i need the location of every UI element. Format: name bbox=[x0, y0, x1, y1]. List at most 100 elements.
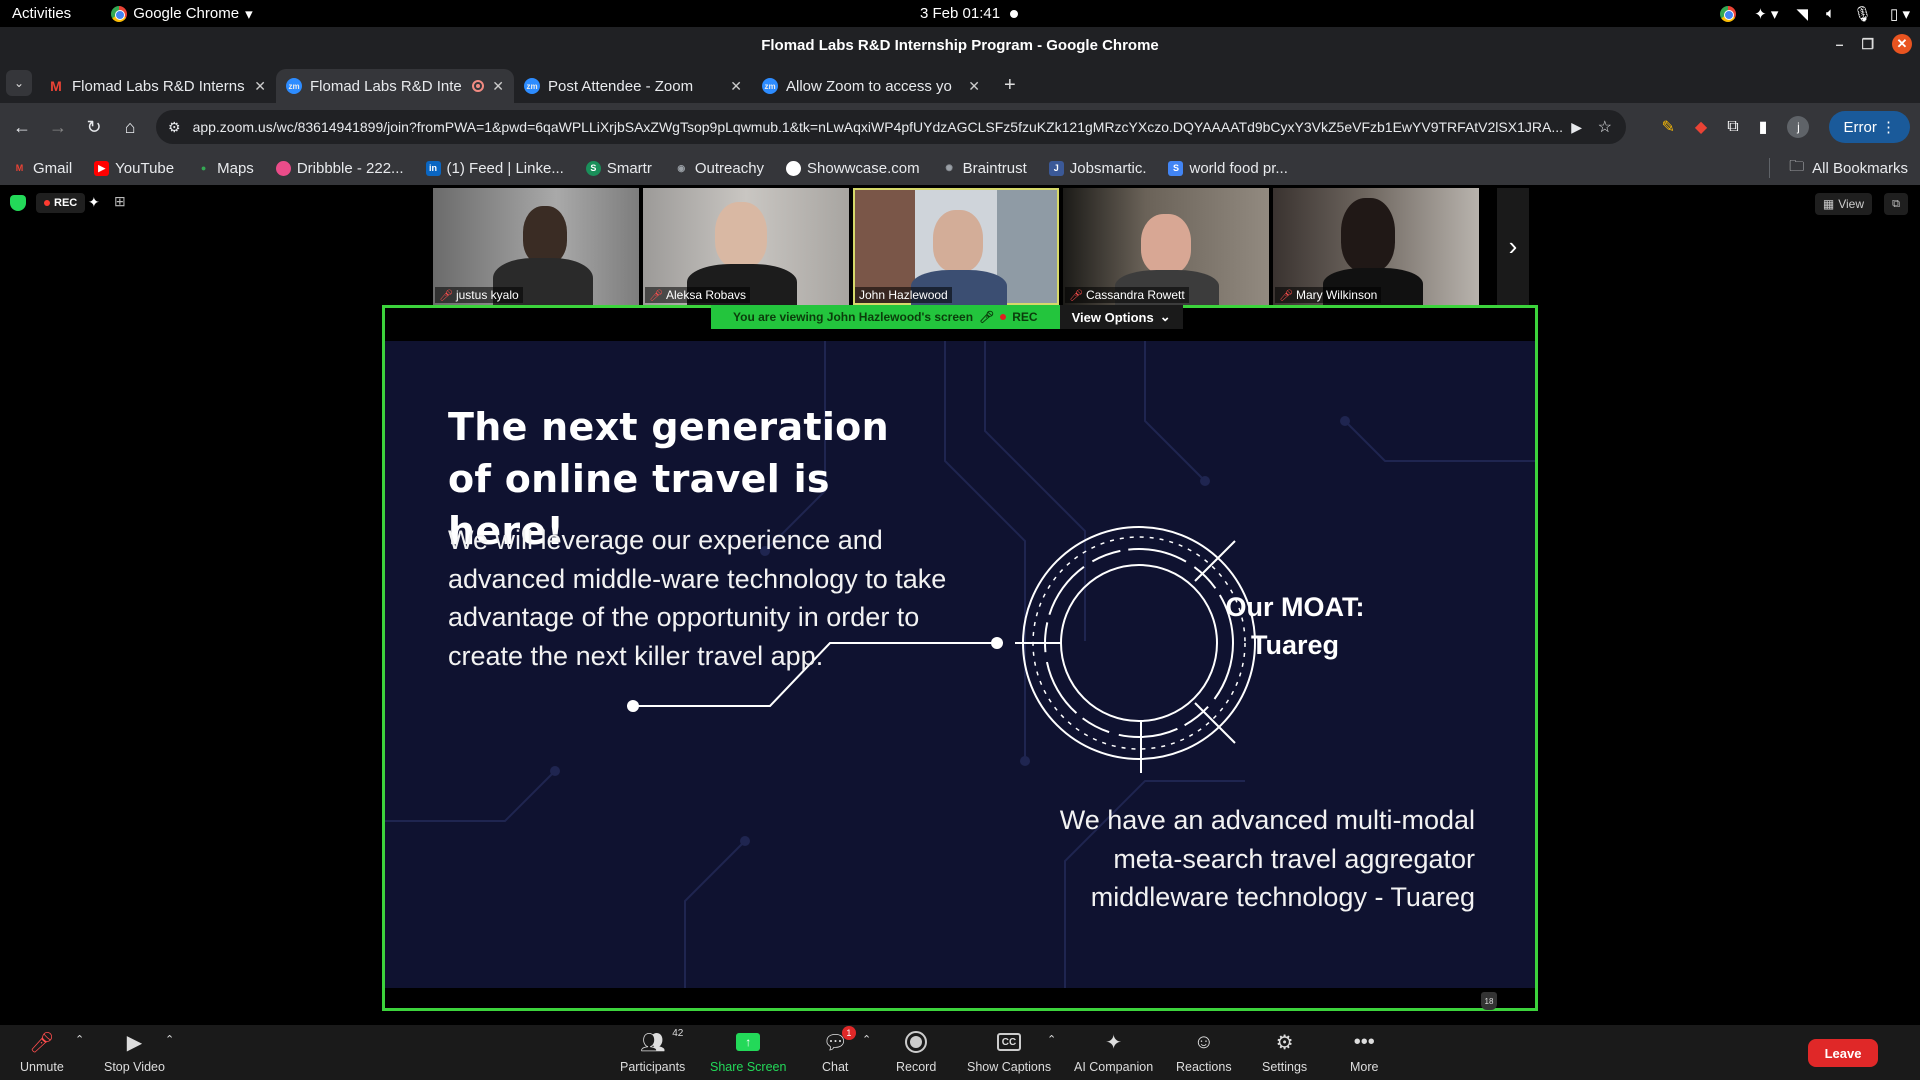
mic-muted-icon: 🎤︎ bbox=[439, 289, 453, 302]
captions-options-caret-icon[interactable]: ⌃ bbox=[1047, 1033, 1056, 1046]
participant-tile[interactable]: 🎤︎ Aleksa Robavs bbox=[643, 188, 849, 305]
moat-line-1: Our MOAT: bbox=[1225, 592, 1365, 622]
system-tray[interactable]: ✦ ▾ ◥ 🔈︎ 🎙︎ ▯ ▾ bbox=[1720, 5, 1910, 23]
bookmark-label: Maps bbox=[217, 159, 254, 177]
error-button[interactable]: Error ⋮ bbox=[1829, 111, 1910, 143]
close-tab-icon[interactable]: ✕ bbox=[254, 78, 266, 95]
leave-button[interactable]: Leave bbox=[1808, 1039, 1878, 1067]
participants-label: Participants bbox=[620, 1060, 686, 1074]
bookmark-maps[interactable]: ● Maps bbox=[196, 160, 254, 177]
captions-icon: CC bbox=[997, 1033, 1022, 1051]
participants-button[interactable]: 👥︎ 42 Participants bbox=[620, 1028, 686, 1074]
recording-badge[interactable]: REC bbox=[36, 193, 86, 213]
youtube-icon: ▶ bbox=[94, 160, 110, 176]
share-banner: You are viewing John Hazlewood's screen … bbox=[711, 305, 1183, 329]
view-options-button[interactable]: View Options ⌄ bbox=[1059, 305, 1183, 329]
shared-screen: You are viewing John Hazlewood's screen … bbox=[382, 305, 1538, 1011]
pen-extension-icon[interactable]: ✎ bbox=[1662, 117, 1675, 137]
mic-muted-icon: 🎤︎ bbox=[1279, 289, 1293, 302]
record-dot-icon bbox=[44, 200, 50, 206]
bookmark-showwcase[interactable]: Showwcase.com bbox=[786, 160, 920, 177]
profile-avatar[interactable]: j bbox=[1787, 116, 1810, 138]
bookmark-youtube[interactable]: ▶ YouTube bbox=[94, 160, 174, 177]
moat-label: Our MOAT: Tuareg bbox=[1205, 588, 1385, 664]
bookmark-dribbble[interactable]: Dribbble - 222... bbox=[275, 159, 404, 177]
participant-tile-active-speaker[interactable]: John Hazlewood bbox=[853, 188, 1059, 305]
forward-button[interactable]: → bbox=[40, 117, 76, 138]
tab-search-button[interactable]: ⌄ bbox=[6, 70, 32, 96]
page-number-badge: 18 bbox=[1481, 992, 1497, 1010]
tab-gmail[interactable]: M Flomad Labs R&D Interns ✕ bbox=[38, 69, 276, 103]
chrome-tray-icon bbox=[1720, 5, 1737, 22]
back-button[interactable]: ← bbox=[4, 117, 40, 138]
ai-sparkle-icon[interactable]: ✦ bbox=[88, 194, 100, 211]
bookmark-smartr[interactable]: S Smartr bbox=[585, 160, 652, 177]
unmute-button[interactable]: 🎤︎ Unmute bbox=[20, 1030, 64, 1075]
bookmark-outreachy[interactable]: ◉ Outreachy bbox=[674, 160, 764, 177]
bookmark-jobsmartic[interactable]: J Jobsmartic. bbox=[1048, 160, 1146, 177]
extensions-icon[interactable]: ⧉ bbox=[1727, 118, 1738, 136]
participant-tile[interactable]: 🎤︎ Mary Wilkinson bbox=[1273, 188, 1479, 305]
more-button[interactable]: ••• More bbox=[1350, 1030, 1378, 1075]
home-button[interactable]: ⌂ bbox=[112, 117, 148, 138]
clock[interactable]: 3 Feb 01:41 bbox=[920, 5, 1019, 22]
close-tab-icon[interactable]: ✕ bbox=[492, 78, 504, 95]
bookmark-label: Dribbble - 222... bbox=[296, 159, 404, 177]
bookmark-star-icon[interactable]: ☆ bbox=[1598, 117, 1612, 137]
view-button[interactable]: ▦ View bbox=[1814, 193, 1872, 215]
close-tab-icon[interactable]: ✕ bbox=[968, 78, 980, 95]
all-bookmarks-button[interactable]: 🗀︎ All Bookmarks bbox=[1789, 156, 1908, 181]
reload-button[interactable]: ↻ bbox=[76, 117, 112, 138]
chat-options-caret-icon[interactable]: ⌃ bbox=[862, 1033, 871, 1046]
video-options-caret-icon[interactable]: ⌃ bbox=[165, 1033, 174, 1046]
activities-button[interactable]: Activities bbox=[12, 5, 71, 22]
mic-muted-icon: 🎤︎ bbox=[649, 289, 663, 302]
chevron-right-icon[interactable]: › bbox=[1497, 188, 1529, 305]
bookmark-linkedin[interactable]: in (1) Feed | Linke... bbox=[425, 160, 564, 177]
record-button[interactable]: Record bbox=[896, 1030, 936, 1074]
side-panel-icon[interactable]: ▮ bbox=[1759, 117, 1768, 137]
tab-title: Flomad Labs R&D Interns bbox=[72, 77, 245, 95]
participant-name: Mary Wilkinson bbox=[1295, 288, 1378, 302]
audio-options-caret-icon[interactable]: ⌃ bbox=[75, 1033, 84, 1046]
participant-name: Aleksa Robavs bbox=[665, 288, 747, 302]
mic-muted-icon: 🎤︎ bbox=[1069, 289, 1083, 302]
accessibility-icon: ✦ ▾ bbox=[1754, 5, 1779, 23]
clock-label: 3 Feb 01:41 bbox=[920, 5, 1001, 22]
site-info-icon[interactable]: ⚙ bbox=[168, 119, 181, 136]
reactions-icon: ☺︎ bbox=[1193, 1030, 1214, 1053]
new-tab-button[interactable]: + bbox=[1004, 74, 1016, 97]
participant-tile[interactable]: 🎤︎ Cassandra Rowett bbox=[1063, 188, 1269, 305]
bookmark-wfp[interactable]: Sworld food pr... bbox=[1168, 160, 1288, 177]
camera-in-use-icon[interactable]: ▶ bbox=[1571, 119, 1582, 136]
participant-tile[interactable]: 🎤︎ justus kyalo bbox=[433, 188, 639, 305]
tab-post-attendee[interactable]: zm Post Attendee - Zoom ✕ bbox=[514, 69, 752, 103]
tab-allow-zoom[interactable]: zm Allow Zoom to access yo ✕ bbox=[752, 69, 990, 103]
maximize-button[interactable]: ❐ bbox=[1861, 36, 1874, 53]
grid-icon[interactable]: ⊞ bbox=[114, 193, 126, 210]
zoom-icon: zm bbox=[286, 78, 302, 94]
bookmark-gmail[interactable]: M Gmail bbox=[12, 160, 72, 177]
stop-video-button[interactable]: ▶︎ Stop Video bbox=[104, 1030, 165, 1075]
app-menu[interactable]: Google Chrome ▾ bbox=[111, 5, 253, 23]
reactions-button[interactable]: ☺︎ Reactions bbox=[1176, 1030, 1232, 1075]
chat-button[interactable]: 💬︎ 1 Chat bbox=[822, 1026, 856, 1074]
ai-companion-label: AI Companion bbox=[1074, 1060, 1154, 1074]
show-captions-button[interactable]: CC Show Captions bbox=[967, 1030, 1051, 1074]
address-bar[interactable]: ⚙ app.zoom.us/wc/83614941899/join?fromPW… bbox=[156, 110, 1626, 144]
battery-icon: ▯ ▾ bbox=[1890, 5, 1910, 23]
share-screen-button[interactable]: ↑ Share Screen bbox=[710, 1030, 786, 1074]
color-extension-icon[interactable]: ◆ bbox=[1695, 117, 1707, 137]
bookmark-label: Showwcase.com bbox=[807, 159, 920, 177]
settings-button[interactable]: ⚙︎ Settings bbox=[1262, 1030, 1307, 1075]
minimize-button[interactable]: – bbox=[1836, 36, 1844, 52]
picture-in-picture-button[interactable]: ⧉ bbox=[1884, 193, 1908, 215]
share-screen-icon: ↑ bbox=[736, 1030, 761, 1054]
ai-sparkle-icon: ✦ bbox=[1105, 1031, 1122, 1054]
ai-companion-button[interactable]: ✦ AI Companion bbox=[1074, 1030, 1154, 1075]
tab-zoom-meeting[interactable]: zm Flomad Labs R&D Inte ✕ bbox=[276, 69, 514, 103]
shield-icon[interactable] bbox=[10, 195, 26, 211]
close-tab-icon[interactable]: ✕ bbox=[730, 78, 742, 95]
close-window-button[interactable]: ✕ bbox=[1892, 34, 1912, 54]
bookmark-braintrust[interactable]: ✺ Braintrust bbox=[942, 160, 1026, 177]
